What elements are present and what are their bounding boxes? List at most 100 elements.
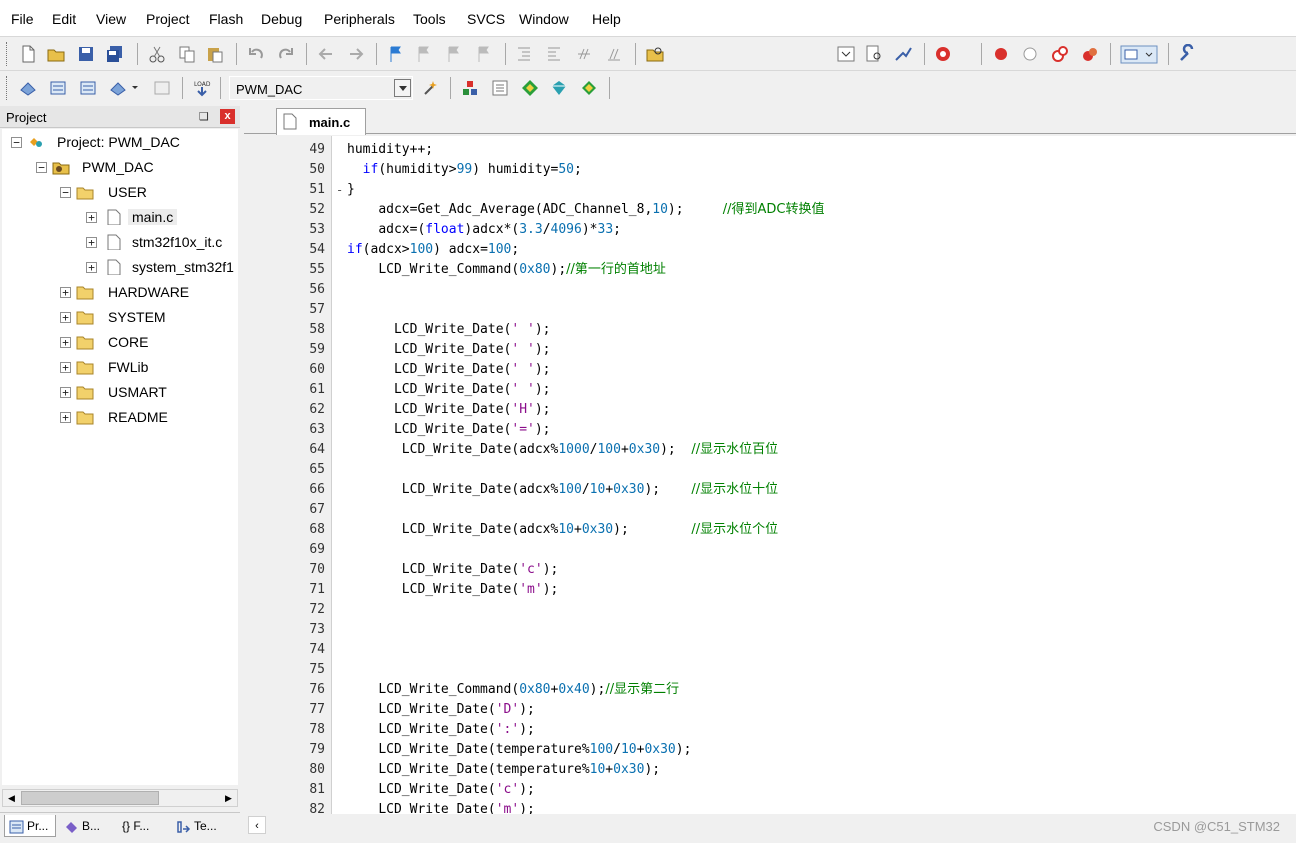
redo-icon[interactable] bbox=[276, 44, 296, 64]
pin-icon[interactable]: ❑ bbox=[199, 110, 209, 123]
new-file-icon[interactable] bbox=[18, 44, 38, 64]
code-line[interactable]: LCD_Write_Date('m'); bbox=[347, 800, 535, 814]
code-line[interactable]: LCD_Write_Date(' '); bbox=[347, 360, 551, 380]
tab-books[interactable]: B... bbox=[60, 815, 112, 837]
navigate-back-icon[interactable] bbox=[316, 44, 336, 64]
menu-file[interactable]: File bbox=[11, 11, 34, 27]
tree-item-target[interactable]: − PWM_DAC bbox=[36, 157, 236, 179]
indent-icon[interactable] bbox=[514, 44, 534, 64]
collapse-icon[interactable]: − bbox=[11, 137, 22, 148]
menu-edit[interactable]: Edit bbox=[52, 11, 76, 27]
wrench-icon[interactable] bbox=[1177, 44, 1197, 64]
scroll-left-icon[interactable]: ‹ bbox=[248, 816, 266, 834]
tree-item-file[interactable]: + stm32f10x_it.c bbox=[86, 232, 236, 254]
cut-icon[interactable] bbox=[147, 44, 167, 64]
code-line[interactable]: LCD_Write_Date(adcx%1000/100+0x30); //显示… bbox=[347, 440, 778, 460]
breakpoint-disable-icon[interactable] bbox=[1020, 44, 1040, 64]
undo-icon[interactable] bbox=[246, 44, 266, 64]
code-line[interactable]: LCD_Write_Date('c'); bbox=[347, 560, 559, 580]
breakpoints-kill-all-icon[interactable] bbox=[1080, 44, 1100, 64]
scroll-thumb[interactable] bbox=[21, 791, 159, 805]
expand-icon[interactable]: + bbox=[86, 212, 97, 223]
tree-item-group[interactable]: + SYSTEM bbox=[60, 307, 236, 329]
tab-templates[interactable]: Te... bbox=[172, 815, 234, 837]
collapse-icon[interactable]: − bbox=[36, 162, 47, 173]
menu-window[interactable]: Window bbox=[519, 11, 569, 27]
menu-help[interactable]: Help bbox=[592, 11, 621, 27]
save-all-icon[interactable] bbox=[105, 44, 125, 64]
bookmark-icon[interactable] bbox=[386, 44, 406, 64]
find-in-files-icon[interactable] bbox=[645, 44, 665, 64]
incremental-find-icon[interactable] bbox=[893, 44, 913, 64]
debug-session-icon[interactable] bbox=[934, 44, 954, 64]
save-icon[interactable] bbox=[76, 44, 96, 64]
open-folder-icon[interactable] bbox=[46, 44, 66, 64]
toolbar-grip[interactable] bbox=[6, 76, 9, 100]
paste-icon[interactable] bbox=[205, 44, 225, 64]
tree-item-project[interactable]: − Project: PWM_DAC bbox=[11, 132, 231, 154]
code-line[interactable]: LCD_Write_Date(' '); bbox=[347, 380, 551, 400]
menu-view[interactable]: View bbox=[96, 11, 126, 27]
window-layout-icon[interactable] bbox=[1120, 44, 1160, 64]
tree-item-file[interactable]: + system_stm32f1 bbox=[86, 257, 236, 279]
code-line[interactable]: LCD_Write_Date(' '); bbox=[347, 320, 551, 340]
uncomment-icon[interactable] bbox=[604, 44, 624, 64]
tab-project[interactable]: Pr... bbox=[4, 815, 56, 837]
expand-icon[interactable]: + bbox=[60, 312, 71, 323]
menu-debug[interactable]: Debug bbox=[261, 11, 302, 27]
tree-item-file[interactable]: + main.c bbox=[86, 207, 236, 229]
project-tree-hscroll[interactable]: ◀ ▶ bbox=[2, 789, 238, 807]
menu-svcs[interactable]: SVCS bbox=[467, 11, 505, 27]
close-icon[interactable]: x bbox=[220, 109, 235, 124]
code-line[interactable]: LCD_Write_Date('H'); bbox=[347, 400, 551, 420]
expand-icon[interactable]: + bbox=[60, 287, 71, 298]
tree-item-group[interactable]: + USMART bbox=[60, 382, 236, 404]
stop-build-icon[interactable] bbox=[152, 78, 172, 98]
next-bookmark-icon[interactable] bbox=[444, 44, 464, 64]
menu-project[interactable]: Project bbox=[146, 11, 190, 27]
code-line[interactable]: LCD_Write_Command(0x80+0x40);//显示第二行 bbox=[347, 680, 679, 700]
find-combo-arrow-icon[interactable] bbox=[836, 44, 856, 64]
build-icon[interactable] bbox=[48, 78, 68, 98]
comment-icon[interactable] bbox=[574, 44, 594, 64]
pack-installer-icon[interactable] bbox=[549, 78, 569, 98]
clear-bookmarks-icon[interactable] bbox=[474, 44, 494, 64]
code-line[interactable]: adcx=Get_Adc_Average(ADC_Channel_8,10); … bbox=[347, 200, 824, 220]
tree-item-group[interactable]: + CORE bbox=[60, 332, 236, 354]
tab-main-c[interactable]: main.c bbox=[276, 108, 366, 135]
toolbar-grip[interactable] bbox=[6, 42, 9, 66]
expand-icon[interactable]: + bbox=[60, 337, 71, 348]
code-line[interactable]: LCD_Write_Date(' '); bbox=[347, 340, 551, 360]
code-line[interactable]: LCD_Write_Date('m'); bbox=[347, 580, 559, 600]
target-options-icon[interactable] bbox=[421, 78, 441, 98]
code-line[interactable]: LCD_Write_Date(temperature%10+0x30); bbox=[347, 760, 660, 780]
expand-icon[interactable]: + bbox=[86, 262, 97, 273]
breakpoints-disable-all-icon[interactable] bbox=[1050, 44, 1070, 64]
menu-tools[interactable]: Tools bbox=[413, 11, 446, 27]
code-line[interactable]: if(adcx>100) adcx=100; bbox=[347, 240, 519, 260]
expand-icon[interactable]: + bbox=[60, 387, 71, 398]
code-line[interactable]: LCD_Write_Date(':'); bbox=[347, 720, 535, 740]
scroll-left-icon[interactable]: ◀ bbox=[3, 790, 20, 806]
batch-build-icon[interactable] bbox=[108, 78, 144, 98]
rebuild-icon[interactable] bbox=[78, 78, 98, 98]
tree-item-group[interactable]: − USER bbox=[60, 182, 236, 204]
code-line[interactable]: LCD_Write_Date('c'); bbox=[347, 780, 535, 800]
menu-flash[interactable]: Flash bbox=[209, 11, 243, 27]
scroll-right-icon[interactable]: ▶ bbox=[220, 790, 237, 806]
expand-icon[interactable]: + bbox=[60, 412, 71, 423]
code-editor[interactable]: 49 humidity++; 50 if(humidity>99) humidity… bbox=[248, 136, 1296, 814]
tree-item-group[interactable]: + HARDWARE bbox=[60, 282, 236, 304]
tree-item-group[interactable]: + FWLib bbox=[60, 357, 236, 379]
expand-icon[interactable]: + bbox=[86, 237, 97, 248]
prev-bookmark-icon[interactable] bbox=[414, 44, 434, 64]
code-line[interactable]: LCD_Write_Command(0x80);//第一行的首地址 bbox=[347, 260, 666, 280]
code-line[interactable]: } bbox=[347, 180, 355, 200]
fold-marker-icon[interactable]: - bbox=[336, 180, 343, 200]
code-line[interactable]: humidity++; bbox=[347, 140, 433, 160]
expand-icon[interactable]: + bbox=[60, 362, 71, 373]
unindent-icon[interactable] bbox=[544, 44, 564, 64]
breakpoint-icon[interactable] bbox=[991, 44, 1011, 64]
code-line[interactable]: LCD_Write_Date(adcx%10+0x30); //显示水位个位 bbox=[347, 520, 778, 540]
select-software-packs-icon[interactable] bbox=[579, 78, 599, 98]
